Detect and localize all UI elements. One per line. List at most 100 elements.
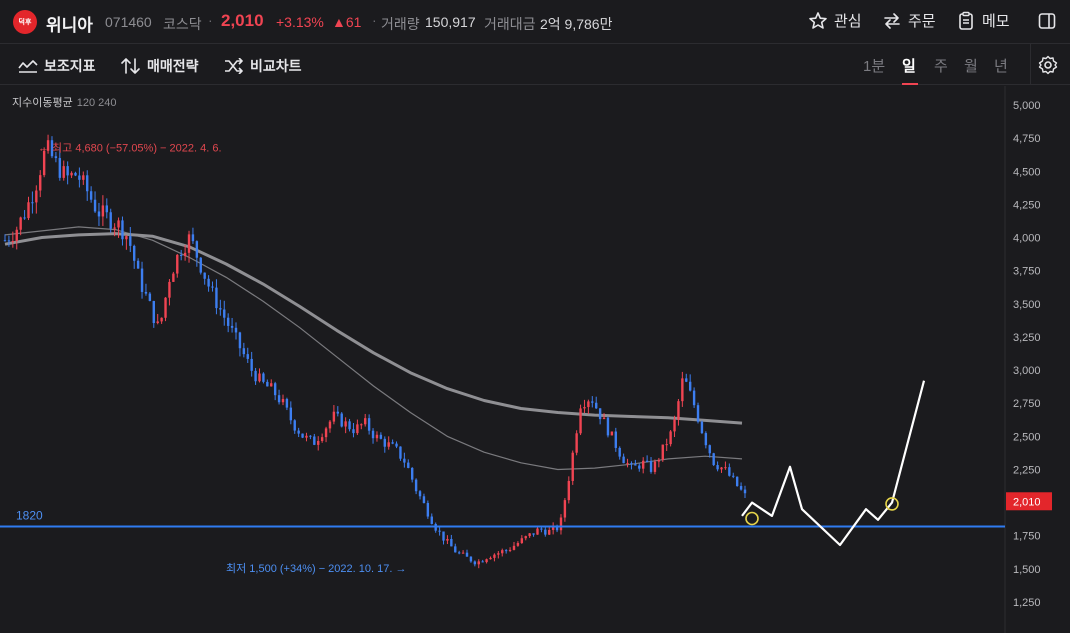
candle-body [504, 550, 508, 552]
candle-body [657, 459, 661, 462]
candle-body [230, 325, 234, 328]
candle-body [446, 538, 449, 541]
candle-body [211, 286, 214, 288]
candle-body [238, 332, 242, 349]
candle-body [387, 442, 390, 447]
candle-body [309, 435, 312, 437]
candle-body [606, 417, 610, 436]
candle-body [289, 407, 293, 421]
separator-dot: · [208, 12, 213, 28]
candle-body [688, 381, 692, 391]
y-tick-label: 3,500 [1013, 299, 1041, 311]
candle-body [704, 433, 708, 446]
candle-body [669, 431, 672, 445]
candle-body [708, 445, 711, 454]
sidebar-toggle-button[interactable] [1037, 11, 1057, 36]
compare-button[interactable]: 비교차트 [224, 56, 302, 76]
chart-settings-button[interactable] [1038, 55, 1058, 80]
candle-body [438, 530, 441, 532]
price-chart[interactable]: 1820 5,000 4,750 4,500 4,250 4,000 3,750 3,500… [0, 86, 1070, 633]
candle-body [42, 150, 46, 176]
stock-code: 071460 [105, 14, 152, 30]
buy-sell-arrows-icon [121, 58, 140, 74]
candle-body [285, 398, 289, 408]
candle-body [649, 461, 653, 472]
candle-body [622, 456, 625, 464]
candle-body [489, 557, 492, 560]
candle-body [383, 438, 386, 447]
period-1min[interactable]: 1분 [863, 55, 885, 76]
y-tick-label: 3,000 [1013, 365, 1041, 377]
memo-label: 메모 [982, 13, 1010, 30]
indicator-line-icon [18, 60, 38, 73]
candles [3, 134, 747, 569]
period-week[interactable]: 주 [934, 55, 948, 76]
memo-button[interactable]: 메모 [956, 10, 1010, 31]
y-tick-label: 1,250 [1013, 597, 1041, 609]
candle-body [31, 202, 34, 204]
candle-body [399, 446, 402, 459]
candle-body [203, 272, 206, 279]
candle-body [700, 421, 704, 434]
candle-body [391, 442, 394, 444]
candle-body [665, 444, 668, 446]
candle-body [407, 462, 410, 468]
candle-body [219, 308, 222, 310]
candle-body [101, 205, 105, 217]
period-year[interactable]: 년 [994, 55, 1008, 76]
candle-body [356, 424, 359, 434]
candle-body [673, 419, 676, 432]
candle-body [681, 378, 684, 402]
candle-body [696, 405, 700, 422]
candle-body [571, 452, 574, 481]
support-line-label: 1820 [16, 508, 43, 522]
change-amount: ▲61 [332, 14, 362, 30]
candle-body [630, 463, 633, 465]
candle-body [493, 554, 496, 558]
candle-body [86, 175, 89, 192]
period-month[interactable]: 월 [964, 55, 978, 76]
candle-body [591, 401, 594, 403]
period-day[interactable]: 일 [902, 55, 916, 76]
candle-body [371, 430, 375, 439]
candle-body [454, 546, 457, 553]
candle-body [410, 467, 414, 480]
shuffle-icon [225, 58, 243, 74]
candle-body [661, 444, 664, 460]
candle-body [172, 273, 175, 282]
candle-body [575, 433, 578, 453]
candle-body [105, 205, 108, 213]
change-percent: +3.13% [276, 14, 324, 30]
indicators-button[interactable]: 보조지표 [18, 56, 96, 76]
y-tick-label: 1,750 [1013, 531, 1041, 543]
price-axis: 5,000 4,750 4,500 4,250 4,000 3,750 3,500 3,250… [1006, 100, 1052, 609]
candle-body [548, 529, 551, 535]
candle-body [457, 552, 461, 554]
candle-body [348, 421, 351, 430]
y-tick-label: 3,750 [1013, 266, 1041, 278]
candle-body [70, 172, 73, 176]
order-button[interactable]: 주문 [882, 10, 936, 31]
candle-body [724, 467, 727, 469]
candle-body [89, 191, 93, 200]
candle-body [199, 257, 202, 273]
candle-body [273, 383, 277, 396]
candle-body [481, 561, 484, 563]
strategy-button[interactable]: 매매전략 [121, 56, 199, 76]
drawn-projection[interactable] [741, 380, 926, 547]
strategy-label: 매매전략 [147, 58, 199, 74]
toolbar-divider [1030, 44, 1031, 85]
sidebar-icon [1038, 13, 1056, 29]
candle-body [58, 158, 62, 178]
watch-button[interactable]: 관심 [808, 10, 862, 31]
candle-body [226, 317, 230, 326]
candle-body [473, 561, 477, 565]
candle-body [379, 434, 383, 439]
candle-body [512, 545, 516, 550]
y-tick-label: 4,250 [1013, 199, 1041, 211]
candle-body [544, 529, 547, 535]
candle-body [176, 254, 179, 274]
indicators-label: 보조지표 [44, 58, 96, 74]
candle-body [164, 297, 167, 318]
current-price: 2,010 [221, 11, 264, 30]
